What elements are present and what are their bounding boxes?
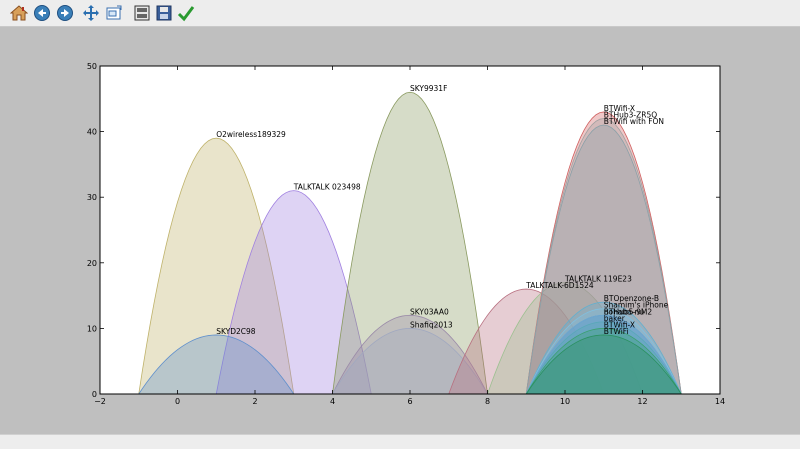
y-tick-label-2: 20 <box>87 259 97 268</box>
x-tick-label-4: 6 <box>407 397 412 406</box>
y-tick-label-4: 40 <box>87 128 97 137</box>
y-tick-label-3: 30 <box>87 193 97 202</box>
chart-canvas: O2wireless189329 TALKTALK 023498 SKYD2C98 S… <box>87 62 725 406</box>
y-tick-label-0: 0 <box>92 390 97 399</box>
series-label-4: SKY03AA0 <box>410 307 449 316</box>
y-tick-label-1: 10 <box>87 324 97 333</box>
x-tick-label-6: 10 <box>560 397 570 406</box>
y-tick-label-5: 50 <box>87 62 97 71</box>
x-tick-label-1: 0 <box>175 397 180 406</box>
x-tick-label-2: 2 <box>252 397 257 406</box>
series-label-2: SKYD2C98 <box>216 327 256 336</box>
status-bar <box>0 434 800 449</box>
series-label-10: BTWifi with FON <box>604 117 664 126</box>
series-label-1: TALKTALK 023498 <box>293 183 361 192</box>
series-label-7: TALKTALK 119E23 <box>564 274 632 283</box>
series-label-5: Shafiq2013 <box>410 320 453 329</box>
series-label-17: BTWiFi <box>604 327 629 336</box>
x-tick-label-7: 12 <box>637 397 647 406</box>
x-tick-label-5: 8 <box>485 397 490 406</box>
series-label-3: SKY9931F <box>410 84 447 93</box>
series-label-0: O2wireless189329 <box>216 130 286 139</box>
x-tick-label-3: 4 <box>330 397 335 406</box>
x-tick-label-8: 14 <box>715 397 725 406</box>
